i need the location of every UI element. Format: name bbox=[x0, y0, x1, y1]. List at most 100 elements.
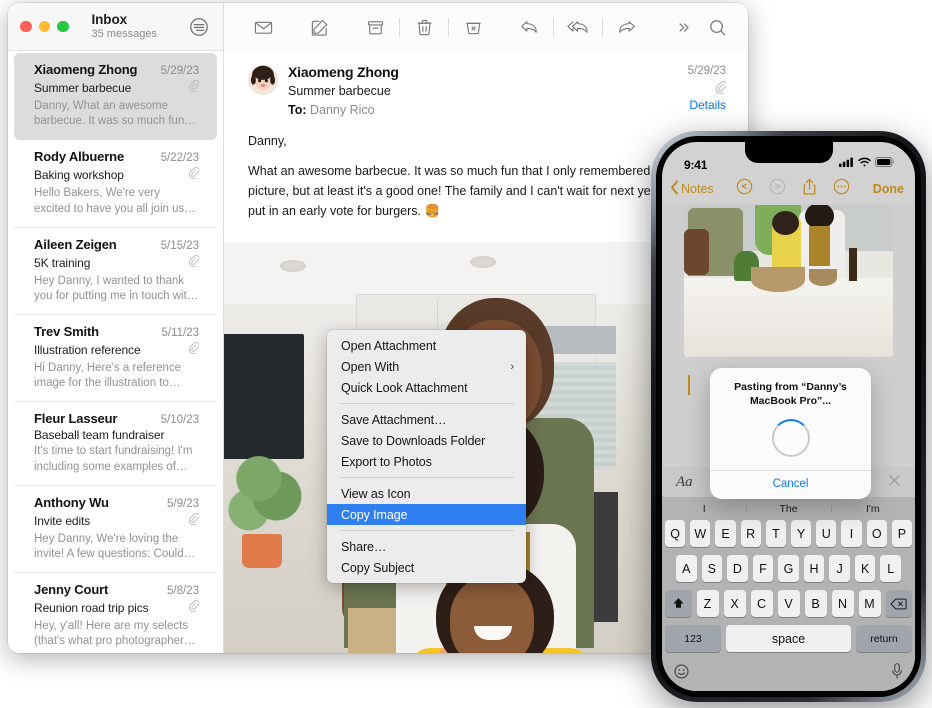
key-w[interactable]: W bbox=[690, 520, 711, 547]
prediction-candidate[interactable]: I bbox=[662, 503, 746, 515]
key-q[interactable]: Q bbox=[664, 520, 686, 547]
return-key[interactable]: return bbox=[856, 625, 912, 652]
key-f[interactable]: F bbox=[752, 555, 774, 582]
context-menu-item[interactable]: Save Attachment… bbox=[327, 409, 526, 430]
message-date: 5/10/23 bbox=[160, 414, 199, 427]
key-l[interactable]: L bbox=[880, 555, 902, 582]
paperclip-icon bbox=[188, 341, 200, 359]
reply-all-icon[interactable] bbox=[561, 12, 595, 42]
key-r[interactable]: R bbox=[740, 520, 761, 547]
filter-icon[interactable] bbox=[188, 16, 210, 38]
key-g[interactable]: G bbox=[778, 555, 799, 582]
message-list-item[interactable]: Anthony Wu 5/9/23 Invite edits Hey Danny, W… bbox=[14, 486, 217, 574]
key-p[interactable]: P bbox=[891, 520, 913, 547]
context-menu-item[interactable]: Open Attachment bbox=[327, 335, 526, 356]
close-icon[interactable] bbox=[888, 474, 901, 490]
context-menu-item[interactable]: Export to Photos bbox=[327, 451, 526, 472]
message-subject: Illustration reference bbox=[34, 343, 141, 358]
context-menu-item[interactable]: Save to Downloads Folder bbox=[327, 430, 526, 451]
share-icon[interactable] bbox=[802, 178, 817, 201]
minimize-window-button[interactable] bbox=[38, 20, 50, 33]
numbers-key[interactable]: 123 bbox=[665, 625, 721, 652]
key-x[interactable]: X bbox=[723, 590, 746, 617]
key-n[interactable]: N bbox=[831, 590, 854, 617]
context-menu-item[interactable]: Copy Subject bbox=[327, 557, 526, 578]
mail-toolbar bbox=[224, 3, 748, 51]
message-list-item[interactable]: Jenny Court 5/8/23 Reunion road trip pics H… bbox=[14, 573, 217, 653]
cellular-bars-icon bbox=[839, 154, 854, 172]
note-pasted-photo[interactable] bbox=[684, 205, 893, 357]
shift-icon[interactable] bbox=[665, 590, 692, 617]
key-c[interactable]: C bbox=[750, 590, 773, 617]
text-format-button[interactable]: Aa bbox=[676, 474, 693, 491]
space-key[interactable]: space bbox=[726, 625, 851, 652]
backspace-icon[interactable] bbox=[885, 590, 912, 617]
message-sender-name: Fleur Lasseur bbox=[34, 411, 118, 427]
message-subject: Summer barbecue bbox=[288, 83, 391, 98]
cancel-button[interactable]: Cancel bbox=[710, 471, 871, 499]
forward-icon[interactable] bbox=[610, 12, 644, 42]
message-list-item[interactable]: Xiaomeng Zhong 5/29/23 Summer barbecue Dann… bbox=[14, 53, 217, 141]
prediction-candidate[interactable]: I'm bbox=[830, 503, 915, 515]
compose-icon[interactable] bbox=[302, 12, 336, 42]
get-mail-icon[interactable] bbox=[246, 12, 280, 42]
key-b[interactable]: B bbox=[804, 590, 827, 617]
done-button[interactable]: Done bbox=[873, 182, 904, 196]
undo-icon[interactable] bbox=[736, 178, 753, 200]
message-subject: Baseball team fundraiser bbox=[34, 428, 165, 443]
context-menu-item[interactable]: Quick Look Attachment bbox=[327, 377, 526, 398]
message-list-item[interactable]: Trev Smith 5/11/23 Illustration reference H… bbox=[14, 315, 217, 403]
key-u[interactable]: U bbox=[816, 520, 837, 547]
menu-item-label: Open Attachment bbox=[341, 338, 437, 353]
reply-icon[interactable] bbox=[512, 12, 546, 42]
context-menu-item[interactable]: View as Icon bbox=[327, 483, 526, 504]
ellipsis-circle-icon[interactable] bbox=[833, 178, 850, 200]
search-icon[interactable] bbox=[700, 12, 734, 42]
key-t[interactable]: T bbox=[765, 520, 786, 547]
message-list-item[interactable]: Rody Albuerne 5/22/23 Baking workshop Hello… bbox=[14, 140, 217, 228]
keyboard-row-2[interactable]: ASDFGHJKL bbox=[662, 555, 915, 582]
key-v[interactable]: V bbox=[777, 590, 800, 617]
prediction-row[interactable]: I The I'm bbox=[662, 497, 915, 520]
keyboard-row-3[interactable]: ZXCVBNM bbox=[662, 590, 915, 617]
key-h[interactable]: H bbox=[803, 555, 825, 582]
keyboard-row-1[interactable]: QWERTYUIOP bbox=[662, 520, 915, 547]
key-e[interactable]: E bbox=[715, 520, 736, 547]
message-subject: Baking workshop bbox=[34, 168, 124, 183]
delete-icon[interactable] bbox=[407, 12, 441, 42]
key-d[interactable]: D bbox=[727, 555, 748, 582]
iphone-keyboard[interactable]: I The I'm QWERTYUIOP ASDFGHJKL ZXCVBNM 1… bbox=[662, 497, 915, 691]
message-list[interactable]: Xiaomeng Zhong 5/29/23 Summer barbecue Dann… bbox=[8, 51, 223, 653]
key-o[interactable]: O bbox=[866, 520, 887, 547]
menu-item-label: Copy Subject bbox=[341, 560, 415, 575]
context-menu-item[interactable]: Open With › bbox=[327, 356, 526, 377]
key-s[interactable]: S bbox=[701, 555, 723, 582]
close-window-button[interactable] bbox=[20, 20, 32, 33]
message-list-item[interactable]: Aileen Zeigen 5/15/23 5K training Hey Danny… bbox=[14, 228, 217, 316]
redo-icon bbox=[769, 178, 786, 200]
junk-icon[interactable] bbox=[456, 12, 490, 42]
context-menu-item[interactable]: Copy Image bbox=[327, 504, 526, 525]
key-z[interactable]: Z bbox=[696, 590, 719, 617]
key-k[interactable]: K bbox=[854, 555, 876, 582]
key-y[interactable]: Y bbox=[791, 520, 812, 547]
message-date: 5/11/23 bbox=[161, 327, 199, 340]
context-menu-item[interactable]: Share… bbox=[327, 536, 526, 557]
key-m[interactable]: M bbox=[858, 590, 881, 617]
message-list-item[interactable]: Fleur Lasseur 5/10/23 Baseball team fundra… bbox=[14, 402, 217, 486]
archive-icon[interactable] bbox=[358, 12, 392, 42]
message-recipient-row: To: Danny Rico bbox=[288, 102, 640, 119]
emoji-icon[interactable] bbox=[674, 664, 689, 684]
keyboard-row-4[interactable]: 123 space return bbox=[662, 625, 915, 652]
prediction-candidate[interactable]: The bbox=[746, 503, 830, 515]
more-icon[interactable] bbox=[666, 12, 700, 42]
key-i[interactable]: I bbox=[841, 520, 862, 547]
key-j[interactable]: J bbox=[829, 555, 850, 582]
details-link[interactable]: Details bbox=[640, 98, 726, 112]
back-to-notes-button[interactable]: Notes bbox=[670, 180, 714, 198]
microphone-icon[interactable] bbox=[891, 663, 903, 684]
maximize-window-button[interactable] bbox=[57, 20, 69, 33]
key-a[interactable]: A bbox=[675, 555, 697, 582]
attachment-context-menu[interactable]: Open Attachment Open With › Quick Look Atta… bbox=[327, 330, 526, 583]
menu-item-label: Share… bbox=[341, 539, 387, 554]
